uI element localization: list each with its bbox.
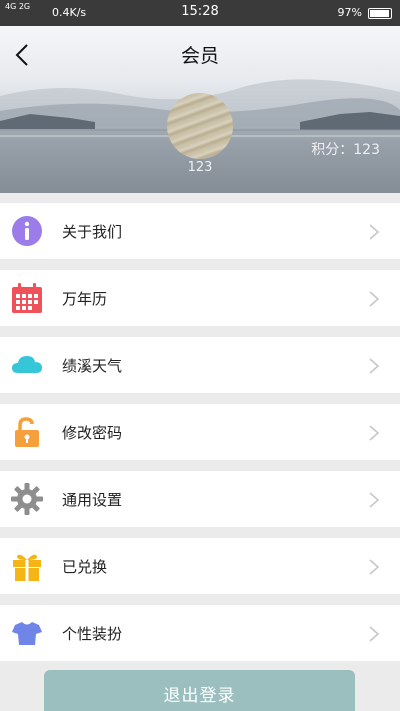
menu-item-personal-theme[interactable]: 个性装扮 xyxy=(0,605,400,661)
menu-item-general-settings[interactable]: 通用设置 xyxy=(0,471,400,527)
tshirt-icon xyxy=(12,622,42,645)
calendar-icon xyxy=(12,283,42,313)
gear-icon xyxy=(11,483,43,515)
menu-label: 万年历 xyxy=(62,290,108,308)
chevron-right-icon xyxy=(369,559,380,575)
status-bar: 4G 2G 0.4K/s 15:28 97% xyxy=(0,0,400,26)
avatar[interactable] xyxy=(167,93,233,159)
menu-label: 关于我们 xyxy=(62,223,123,241)
chevron-right-icon xyxy=(369,626,380,642)
chevron-right-icon xyxy=(369,224,380,240)
menu-item-change-password[interactable]: 修改密码 xyxy=(0,404,400,460)
chevron-right-icon xyxy=(369,425,380,441)
chevron-right-icon xyxy=(369,358,380,374)
logout-button[interactable]: 退出登录 xyxy=(44,670,355,711)
menu-item-redeemed[interactable]: 已兑换 xyxy=(0,538,400,594)
menu-item-about-us[interactable]: 关于我们 xyxy=(0,203,400,259)
info-icon xyxy=(12,216,42,246)
battery-level: 97% xyxy=(337,6,362,19)
battery-icon xyxy=(368,8,392,19)
chevron-right-icon xyxy=(369,492,380,508)
profile-header: 会员 123 积分：123 xyxy=(0,26,400,193)
menu-label: 绩溪天气 xyxy=(62,357,123,375)
gift-icon xyxy=(13,554,41,581)
cloud-icon xyxy=(12,356,42,373)
points-label: 积分：123 xyxy=(311,142,380,158)
chevron-right-icon xyxy=(369,291,380,307)
menu-label: 个性装扮 xyxy=(62,625,123,643)
username: 123 xyxy=(187,160,213,175)
menu-item-calendar[interactable]: 万年历 xyxy=(0,270,400,326)
menu-item-weather[interactable]: 绩溪天气 xyxy=(0,337,400,393)
unlock-icon xyxy=(15,417,39,447)
page-title: 会员 xyxy=(180,45,219,67)
menu-label: 已兑换 xyxy=(62,558,108,576)
menu-label: 修改密码 xyxy=(62,424,123,442)
menu-label: 通用设置 xyxy=(62,491,123,509)
